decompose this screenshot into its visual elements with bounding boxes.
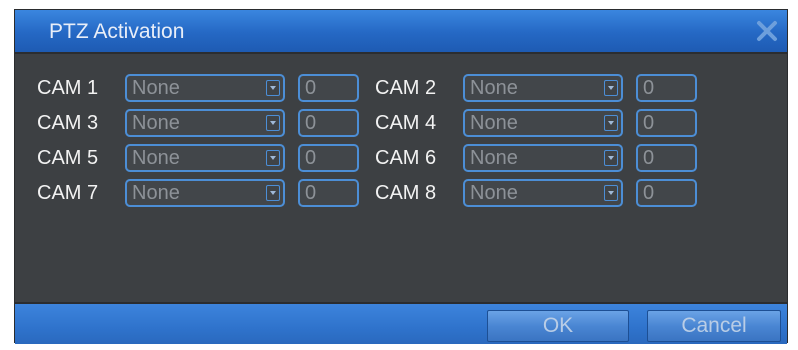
chevron-down-icon[interactable] [604, 80, 618, 96]
cam-2-preset-select[interactable]: None [463, 74, 623, 102]
cam-4-preset-select[interactable]: None [463, 109, 623, 137]
select-value: None [132, 77, 180, 99]
chevron-down-icon[interactable] [604, 115, 618, 131]
ok-button[interactable]: OK [487, 310, 629, 342]
chevron-down-icon[interactable] [266, 150, 280, 166]
number-value: 0 [305, 182, 317, 204]
cam-8-preset-select[interactable]: None [463, 179, 623, 207]
camera-label: CAM 5 [37, 147, 99, 169]
number-value: 0 [643, 77, 655, 99]
button-bar: OK Cancel [15, 302, 787, 344]
number-value: 0 [643, 182, 655, 204]
dialog-title: PTZ Activation [49, 20, 185, 43]
cam-4-number-field[interactable]: 0 [636, 109, 697, 137]
select-value: None [470, 182, 518, 204]
cam-5-number-field[interactable]: 0 [298, 144, 359, 172]
number-value: 0 [305, 112, 317, 134]
camera-label: CAM 3 [37, 112, 99, 134]
select-value: None [470, 147, 518, 169]
chevron-down-icon[interactable] [604, 185, 618, 201]
number-value: 0 [305, 77, 317, 99]
number-value: 0 [643, 147, 655, 169]
camera-label: CAM 8 [375, 182, 437, 204]
chevron-down-icon[interactable] [266, 80, 280, 96]
cam-2-number-field[interactable]: 0 [636, 74, 697, 102]
select-value: None [470, 112, 518, 134]
cam-3-preset-select[interactable]: None [125, 109, 285, 137]
close-icon[interactable] [753, 17, 781, 45]
chevron-down-icon[interactable] [266, 115, 280, 131]
select-value: None [470, 77, 518, 99]
cam-1-number-field[interactable]: 0 [298, 74, 359, 102]
cam-5-preset-select[interactable]: None [125, 144, 285, 172]
cam-3-number-field[interactable]: 0 [298, 109, 359, 137]
cam-7-number-field[interactable]: 0 [298, 179, 359, 207]
camera-label: CAM 7 [37, 182, 99, 204]
select-value: None [132, 182, 180, 204]
select-value: None [132, 147, 180, 169]
cam-7-preset-select[interactable]: None [125, 179, 285, 207]
number-value: 0 [643, 112, 655, 134]
camera-label: CAM 4 [375, 112, 437, 134]
ptz-activation-dialog: PTZ Activation CAM 1 None 0 CAM 2 None 0… [14, 9, 788, 344]
cam-6-number-field[interactable]: 0 [636, 144, 697, 172]
select-value: None [132, 112, 180, 134]
chevron-down-icon[interactable] [604, 150, 618, 166]
cam-8-number-field[interactable]: 0 [636, 179, 697, 207]
chevron-down-icon[interactable] [266, 185, 280, 201]
cam-6-preset-select[interactable]: None [463, 144, 623, 172]
camera-label: CAM 6 [375, 147, 437, 169]
cancel-button[interactable]: Cancel [647, 310, 781, 342]
camera-grid: CAM 1 None 0 CAM 2 None 0 CAM 3 None 0 C… [15, 54, 787, 302]
title-bar[interactable]: PTZ Activation [15, 10, 787, 54]
camera-label: CAM 1 [37, 77, 99, 99]
cam-1-preset-select[interactable]: None [125, 74, 285, 102]
camera-label: CAM 2 [375, 77, 437, 99]
number-value: 0 [305, 147, 317, 169]
